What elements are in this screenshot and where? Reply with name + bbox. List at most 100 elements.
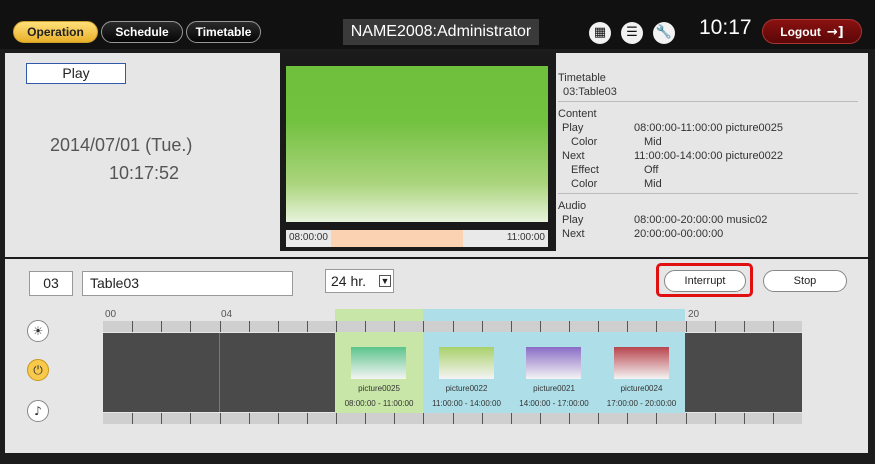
timeline-segment[interactable]: picture0024 17:00:00 - 20:00:00: [598, 333, 685, 412]
current-date: 2014/07/01 (Tue.): [50, 135, 193, 155]
logout-button[interactable]: Logout →]: [762, 19, 862, 44]
progress-end-time: 11:00:00: [506, 232, 545, 243]
tick-mark: [686, 321, 687, 332]
tick-mark: [773, 321, 774, 332]
tick-mark: [278, 413, 279, 424]
power-icon[interactable]: ⏻: [27, 359, 49, 381]
timeline-ticks-bottom: [103, 413, 802, 424]
tick-mark: [190, 413, 191, 424]
tick-mark: [656, 413, 657, 424]
table-name-field[interactable]: Table03: [82, 271, 293, 296]
music-note-icon[interactable]: ♪: [27, 400, 49, 422]
tick-mark: [307, 321, 308, 332]
tick-mark: [744, 413, 745, 424]
timeline-segment[interactable]: picture0022 11:00:00 - 14:00:00: [423, 333, 510, 412]
tick-mark: [220, 321, 221, 332]
segment-thumbnail: [526, 347, 581, 379]
tick-mark: [249, 321, 250, 332]
segment-name: picture0021: [533, 384, 575, 393]
tick-mark: [744, 321, 745, 332]
tick-mark: [365, 413, 366, 424]
info-content-color-label: Color: [571, 136, 598, 148]
timeline-segment[interactable]: picture0025 08:00:00 - 11:00:00: [335, 333, 423, 412]
chevron-down-icon: ▼: [379, 275, 391, 287]
hour-label: 00: [105, 309, 117, 320]
segment-thumbnail: [614, 347, 669, 379]
tick-mark: [686, 413, 687, 424]
timeline: picture0025 08:00:00 - 11:00:00 picture002…: [103, 333, 802, 412]
segment-name: picture0022: [445, 384, 488, 393]
info-timetable-value: 03:Table03: [563, 86, 617, 98]
info-panel: Timetable 03:Table03 Content Play 08:00:0…: [558, 71, 858, 241]
tab-schedule[interactable]: Schedule: [101, 21, 183, 43]
segment-time: 14:00:00 - 17:00:00: [519, 399, 589, 408]
info-audio-play-label: Play: [562, 214, 584, 226]
tab-timetable[interactable]: Timetable: [186, 21, 261, 43]
tick-mark: [132, 321, 133, 332]
progress-start-time: 08:00:00: [289, 232, 328, 243]
timeline-divider: [219, 333, 220, 412]
info-content-effect-value: Off: [644, 164, 659, 176]
info-audio-play-value: 08:00:00-20:00:00 music02: [634, 214, 768, 226]
tick-mark: [161, 413, 162, 424]
interrupt-button[interactable]: Interrupt: [664, 270, 746, 292]
tick-mark: [598, 413, 599, 424]
logout-icon: →]: [826, 25, 844, 40]
segment-time: 11:00:00 - 14:00:00: [432, 399, 501, 408]
tab-operation[interactable]: Operation: [13, 21, 98, 43]
segment-thumbnail: [439, 347, 494, 379]
hour-label: 20: [688, 309, 700, 320]
brightness-icon[interactable]: ☀: [27, 320, 49, 342]
timetable-panel: 03 Table03 24 hr. ▼ Interrupt Stop ☀ ⏻ ♪ …: [5, 259, 868, 453]
info-timetable-heading: Timetable: [558, 72, 606, 84]
tick-mark: [249, 413, 250, 424]
segment-time: 17:00:00 - 20:00:00: [606, 399, 677, 408]
info-content-next-value: 11:00:00-14:00:00 picture0022: [634, 150, 784, 162]
tick-mark: [627, 413, 628, 424]
tick-mark: [132, 413, 133, 424]
tick-mark: [423, 321, 424, 332]
user-title: NAME2008:Administrator: [343, 19, 539, 45]
preview-panel: 08:00:00 11:00:00: [280, 53, 556, 251]
progress-bar: 08:00:00 11:00:00: [286, 230, 548, 247]
hours-select-value: 24 hr.: [331, 273, 367, 289]
info-audio-next-value: 20:00:00-00:00:00: [634, 228, 724, 240]
tick-mark: [540, 321, 541, 332]
tick-mark: [190, 321, 191, 332]
tick-mark: [540, 413, 541, 424]
tick-mark: [569, 413, 570, 424]
calendar-icon[interactable]: ▦: [589, 22, 611, 44]
segment-time: 08:00:00 - 11:00:00: [344, 399, 414, 408]
stop-button[interactable]: Stop: [763, 270, 847, 292]
timeline-segment[interactable]: picture0021 14:00:00 - 17:00:00: [510, 333, 598, 412]
info-content-effect-label: Effect: [571, 164, 599, 176]
tick-mark: [394, 321, 395, 332]
wrench-icon[interactable]: 🔧: [653, 22, 675, 44]
timeline-ticks-top: [103, 321, 802, 332]
list-icon[interactable]: ☰: [621, 22, 643, 44]
tick-mark: [453, 321, 454, 332]
table-number-field[interactable]: 03: [29, 271, 73, 296]
info-audio: Audio Play 08:00:00-20:00:00 music02 Next…: [558, 199, 858, 241]
info-content: Content Play 08:00:00-11:00:00 picture002…: [558, 107, 858, 194]
clock: 10:17: [699, 16, 752, 39]
info-audio-next-label: Next: [562, 228, 585, 240]
info-content-color2-value: Mid: [644, 178, 662, 190]
segment-name: picture0025: [358, 384, 400, 393]
info-timetable: Timetable 03:Table03: [558, 71, 858, 102]
tick-mark: [511, 413, 512, 424]
tick-mark: [220, 413, 221, 424]
hour-label: 04: [221, 309, 233, 320]
segment-thumbnail: [351, 347, 406, 379]
tick-mark: [482, 321, 483, 332]
tick-mark: [656, 321, 657, 332]
current-time: 10:17:52: [109, 163, 180, 183]
play-status: Play: [26, 63, 126, 84]
tick-mark: [511, 321, 512, 332]
hours-select[interactable]: 24 hr. ▼: [325, 269, 394, 293]
segment-name: picture0024: [620, 384, 663, 393]
tick-mark: [161, 321, 162, 332]
info-content-play-value: 08:00:00-11:00:00 picture0025: [634, 122, 784, 134]
tick-mark: [278, 321, 279, 332]
top-bar: Operation Schedule Timetable NAME2008:Ad…: [0, 0, 875, 49]
